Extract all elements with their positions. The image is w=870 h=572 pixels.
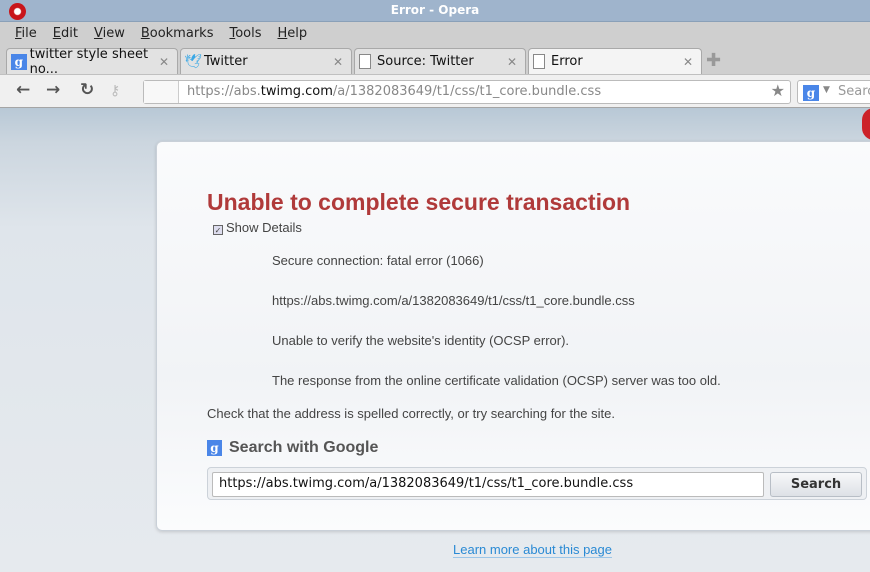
new-tab-plus-icon[interactable]: ✚ xyxy=(706,50,721,71)
title-bar: Error - Opera xyxy=(0,0,870,22)
learn-more-link[interactable]: Learn more about this page xyxy=(453,542,612,558)
search-heading: g Search with Google xyxy=(207,439,378,457)
twitter-bird-icon: 🕊 xyxy=(184,53,202,70)
search-field[interactable]: g ▼ Search xyxy=(797,80,870,104)
detail-line: https://abs.twimg.com/a/1382083649/t1/cs… xyxy=(272,293,635,308)
detail-line: Unable to verify the website's identity … xyxy=(272,333,570,348)
menu-bookmarks[interactable]: Bookmarks xyxy=(141,22,214,46)
url-path: /a/1382083649/t1/css/t1_core.bundle.css xyxy=(332,84,602,99)
close-tab-icon[interactable]: ✕ xyxy=(333,55,343,69)
tab-label: Twitter xyxy=(204,54,248,69)
detail-line: Secure connection: fatal error (1066) xyxy=(272,253,484,268)
forward-arrow-icon[interactable]: → xyxy=(46,80,60,100)
google-icon[interactable]: g xyxy=(803,85,819,101)
close-tab-icon[interactable]: ✕ xyxy=(507,55,517,69)
search-button[interactable]: Search xyxy=(770,472,862,497)
menu-view[interactable]: View xyxy=(94,22,125,46)
tab-bar: g twitter style sheet no... ✕ 🕊 Twitter … xyxy=(0,46,870,77)
search-heading-label: Search with Google xyxy=(229,439,379,456)
close-tab-icon[interactable]: ✕ xyxy=(159,55,169,69)
google-icon: g xyxy=(11,53,27,70)
google-search-input[interactable]: https://abs.twimg.com/a/1382083649/t1/cs… xyxy=(212,472,764,497)
back-arrow-icon[interactable]: ← xyxy=(16,80,30,100)
navigation-bar: ← → ↻ ⚷ https://abs.twimg.com/a/13820836… xyxy=(0,74,870,108)
menu-edit[interactable]: Edit xyxy=(53,22,78,46)
site-badge[interactable] xyxy=(144,81,179,103)
error-title: Unable to complete secure transaction xyxy=(207,189,631,215)
menu-file[interactable]: File xyxy=(15,22,37,46)
menu-help[interactable]: Help xyxy=(278,22,308,46)
tab-label: Source: Twitter xyxy=(377,54,474,69)
google-search-form: https://abs.twimg.com/a/1382083649/t1/cs… xyxy=(207,467,867,500)
reload-icon[interactable]: ↻ xyxy=(80,80,94,100)
page-icon xyxy=(359,54,371,69)
key-icon: ⚷ xyxy=(110,83,121,99)
tab-label: twitter style sheet no... xyxy=(29,46,149,77)
address-url: https://abs.twimg.com/a/1382083649/t1/cs… xyxy=(187,84,601,99)
page-icon xyxy=(533,54,545,69)
bookmark-star-icon[interactable]: ★ xyxy=(771,81,785,100)
url-prefix: https://abs. xyxy=(187,84,261,99)
tab-label: Error xyxy=(551,54,583,69)
window-title: Error - Opera xyxy=(390,3,480,17)
search-placeholder: Search xyxy=(838,84,870,99)
menu-bar: File Edit View Bookmarks Tools Help xyxy=(0,22,870,46)
show-details-label: Show Details xyxy=(226,220,302,235)
address-bar[interactable]: https://abs.twimg.com/a/1382083649/t1/cs… xyxy=(143,80,791,104)
menu-tools[interactable]: Tools xyxy=(229,22,261,46)
hint-text: Check that the address is spelled correc… xyxy=(207,406,615,421)
tab-source-twitter[interactable]: Source: Twitter ✕ xyxy=(354,48,526,74)
tab-twitter[interactable]: 🕊 Twitter ✕ xyxy=(180,48,352,74)
url-domain: twimg.com xyxy=(260,84,333,99)
detail-line: The response from the online certificate… xyxy=(272,373,721,388)
tab-error[interactable]: Error ✕ xyxy=(528,48,702,74)
show-details-toggle[interactable]: ✓ Show Details xyxy=(213,220,302,235)
checkbox-icon[interactable]: ✓ xyxy=(213,225,223,235)
google-icon: g xyxy=(207,440,222,456)
tab-google-search[interactable]: g twitter style sheet no... ✕ xyxy=(6,46,178,77)
dropdown-arrow-icon[interactable]: ▼ xyxy=(823,85,830,95)
close-tab-icon[interactable]: ✕ xyxy=(683,55,693,69)
